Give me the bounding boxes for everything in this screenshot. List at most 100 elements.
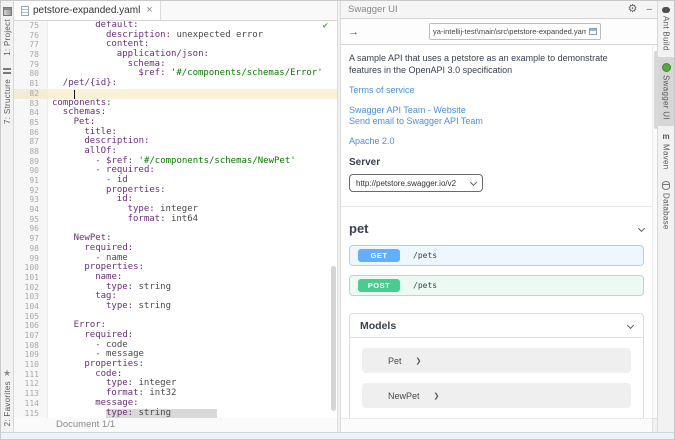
code-editor[interactable]: 75default:76description: unexpected erro… [14, 21, 337, 418]
token-key: NewPet: [74, 233, 112, 243]
model-row-pet[interactable]: Pet❯ [362, 348, 631, 373]
code-text: - required: [48, 166, 337, 176]
models-title: Models [360, 320, 628, 332]
token-val: code [106, 340, 128, 350]
code-line: 102type: string [14, 283, 337, 293]
method-badge-get[interactable]: GET [358, 249, 400, 262]
token-dash: - [95, 165, 106, 175]
token-key: content: [106, 39, 149, 49]
code-text: type: string [48, 409, 337, 419]
tab-close-icon[interactable]: × [146, 5, 152, 16]
line-number: 96 [14, 224, 48, 234]
server-select[interactable]: http://petstore.swagger.io/v2 [349, 174, 483, 192]
navigate-arrow-icon[interactable]: → [348, 26, 359, 38]
token-val: integer [133, 378, 176, 388]
line-number: 90 [14, 166, 48, 176]
line-number: 106 [14, 321, 48, 331]
token-key: format: [128, 214, 166, 224]
inspection-ok-icon[interactable]: ✔ [323, 22, 328, 32]
panel-horizontal-scrollbar[interactable] [341, 418, 652, 432]
operation-row-post[interactable]: POST/pets [349, 275, 644, 296]
token-val: name [106, 253, 128, 263]
operation-row-get[interactable]: GET/pets [349, 245, 644, 266]
editor-lines: 75default:76description: unexpected erro… [14, 21, 337, 418]
operations-list: GET/pets POST/pets [349, 245, 644, 296]
star-icon [3, 369, 12, 378]
line-number: 81 [14, 79, 48, 89]
token-key: properties: [84, 262, 144, 272]
token-val: unexpected error [171, 30, 263, 40]
line-number: 115 [14, 409, 48, 419]
code-text: description: unexpected error [48, 31, 337, 41]
tool-window-button-1-project[interactable]: 1: Project [1, 1, 13, 62]
chevron-right-icon: ❯ [434, 392, 440, 400]
swagger-content: A sample API that uses a petstore as an … [341, 46, 652, 418]
token-key: allOf: [84, 146, 117, 156]
tool-window-button-database[interactable]: Database [658, 175, 674, 236]
panel-header: Swagger UI ⚙ – [341, 1, 659, 19]
tool-window-button-maven[interactable]: Maven [658, 126, 674, 176]
editor-scrollbar[interactable] [331, 266, 336, 411]
tool-window-button-swagger-ui[interactable]: Swagger UI [658, 57, 674, 126]
token-key: type: [106, 301, 133, 311]
line-number: 86 [14, 128, 48, 138]
tool-window-button-ant-build[interactable]: Ant Build [658, 1, 674, 57]
api-link[interactable]: Apache 2.0 [349, 136, 644, 148]
token-dash: - [106, 175, 117, 185]
minimize-icon[interactable]: – [646, 5, 652, 15]
line-number: 89 [14, 157, 48, 167]
api-link[interactable]: Swagger API Team - Website [349, 105, 644, 117]
line-number: 75 [14, 21, 48, 31]
api-link[interactable]: Send email to Swagger API Team [349, 116, 644, 128]
tool-window-label: Database [662, 193, 671, 230]
gear-icon[interactable]: ⚙ [628, 4, 638, 15]
token-key: type: [106, 282, 133, 292]
code-line: 101name: [14, 273, 337, 283]
token-key: type: [106, 408, 133, 418]
token-key: $ref: [106, 156, 133, 166]
server-select-value: http://petstore.swagger.io/v2 [356, 179, 465, 188]
code-line: 99- name [14, 254, 337, 264]
code-line: 78application/json: [14, 50, 337, 60]
code-line: 108- code [14, 341, 337, 351]
tool-window-label: Swagger UI [662, 75, 671, 120]
code-line: 97NewPet: [14, 234, 337, 244]
models-section: Models Pet❯NewPet❯Error❯ [349, 313, 644, 418]
code-line: 92properties: [14, 186, 337, 196]
tag-pet-header[interactable]: pet [349, 217, 644, 239]
line-number: 95 [14, 215, 48, 225]
tab-petstore-expanded-yaml[interactable]: petstore-expanded.yaml × [14, 1, 161, 20]
left-strip-bottom: 2: Favorites [1, 363, 13, 432]
divider [341, 206, 652, 207]
model-name: Pet [388, 356, 402, 366]
token-key: application/json: [117, 49, 209, 59]
token-val: string [133, 408, 171, 418]
code-line: 95format: int64 [14, 215, 337, 225]
token-key: components: [52, 98, 112, 108]
code-text: tag: [48, 292, 337, 302]
line-number: 114 [14, 399, 48, 409]
tool-window-button-7-structure[interactable]: 7: Structure [1, 62, 13, 130]
code-line: 84schemas: [14, 108, 337, 118]
token-key: description: [106, 30, 171, 40]
structure-icon [3, 68, 11, 76]
line-number: 108 [14, 341, 48, 351]
link-group: Terms of service [349, 85, 644, 97]
address-bar[interactable]: ya-intellij-test\main\src\petstore-expan… [429, 23, 601, 40]
token-dash: - [95, 156, 106, 166]
code-line: 110properties: [14, 360, 337, 370]
line-number: 103 [14, 292, 48, 302]
tool-window-button-2-favorites[interactable]: 2: Favorites [1, 363, 13, 432]
method-badge-post[interactable]: POST [358, 279, 400, 292]
token-key: Error: [74, 320, 107, 330]
line-number: 77 [14, 40, 48, 50]
api-link[interactable]: Terms of service [349, 85, 644, 97]
model-row-newpet[interactable]: NewPet❯ [362, 383, 631, 408]
token-key: type: [128, 204, 155, 214]
token-key: type: [106, 378, 133, 388]
models-header[interactable]: Models [350, 314, 643, 338]
token-key: format: [106, 388, 144, 398]
line-number: 99 [14, 254, 48, 264]
open-in-browser-icon[interactable] [589, 28, 597, 35]
token-key: code: [95, 369, 122, 379]
